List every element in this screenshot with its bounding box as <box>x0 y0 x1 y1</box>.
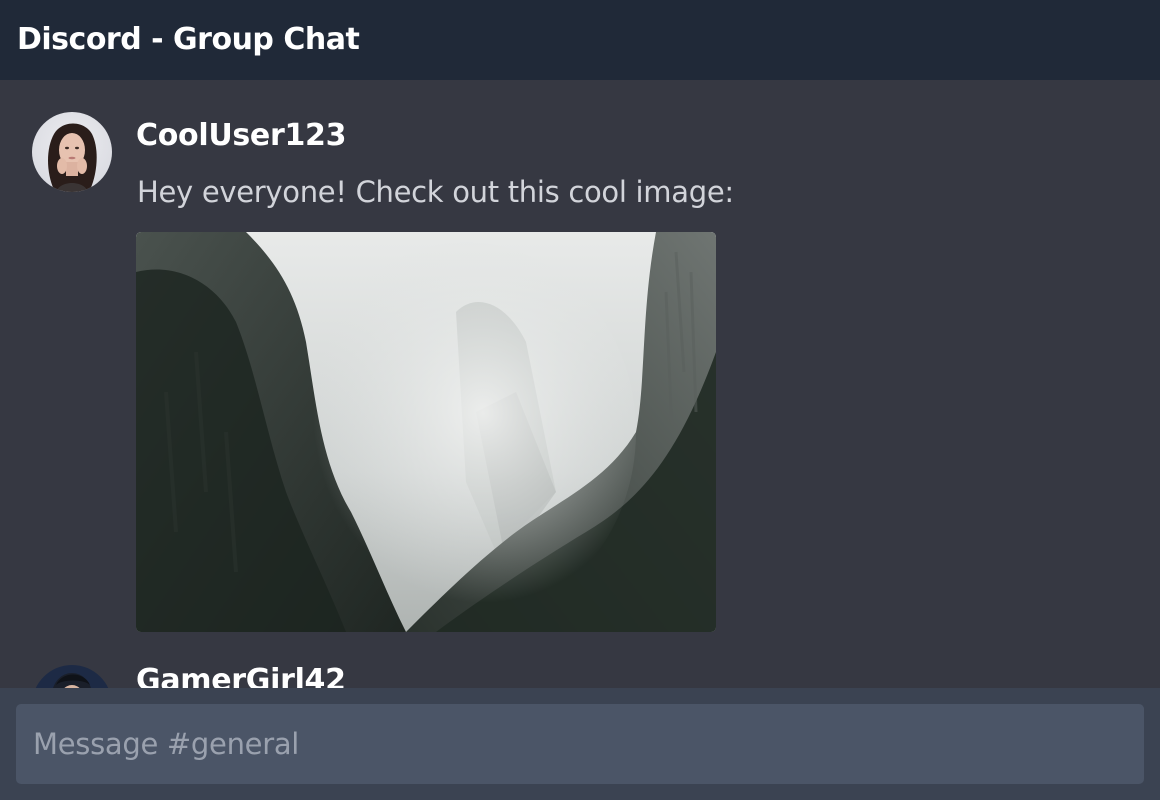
message-username[interactable]: CoolUser123 <box>136 118 347 154</box>
message-username[interactable]: GamerGirl42 <box>136 663 346 688</box>
window-title: Discord - Group Chat <box>17 22 360 57</box>
title-bar: Discord - Group Chat <box>0 0 1160 80</box>
message-input[interactable] <box>16 704 1144 784</box>
message-list[interactable]: CoolUser123 Hey everyone! Check out this… <box>0 80 1160 688</box>
woman-portrait-icon <box>48 123 97 192</box>
message-text: Hey everyone! Check out this cool image: <box>137 175 734 209</box>
misty-canyon-image <box>136 232 716 632</box>
discord-window: Discord - Group Chat CoolUser123 Hey eve… <box>0 0 1160 800</box>
user-avatar[interactable] <box>32 665 112 688</box>
image-attachment[interactable] <box>136 232 716 632</box>
user-avatar[interactable] <box>32 112 112 192</box>
message-composer <box>0 688 1160 800</box>
person-portrait-icon <box>53 673 91 688</box>
